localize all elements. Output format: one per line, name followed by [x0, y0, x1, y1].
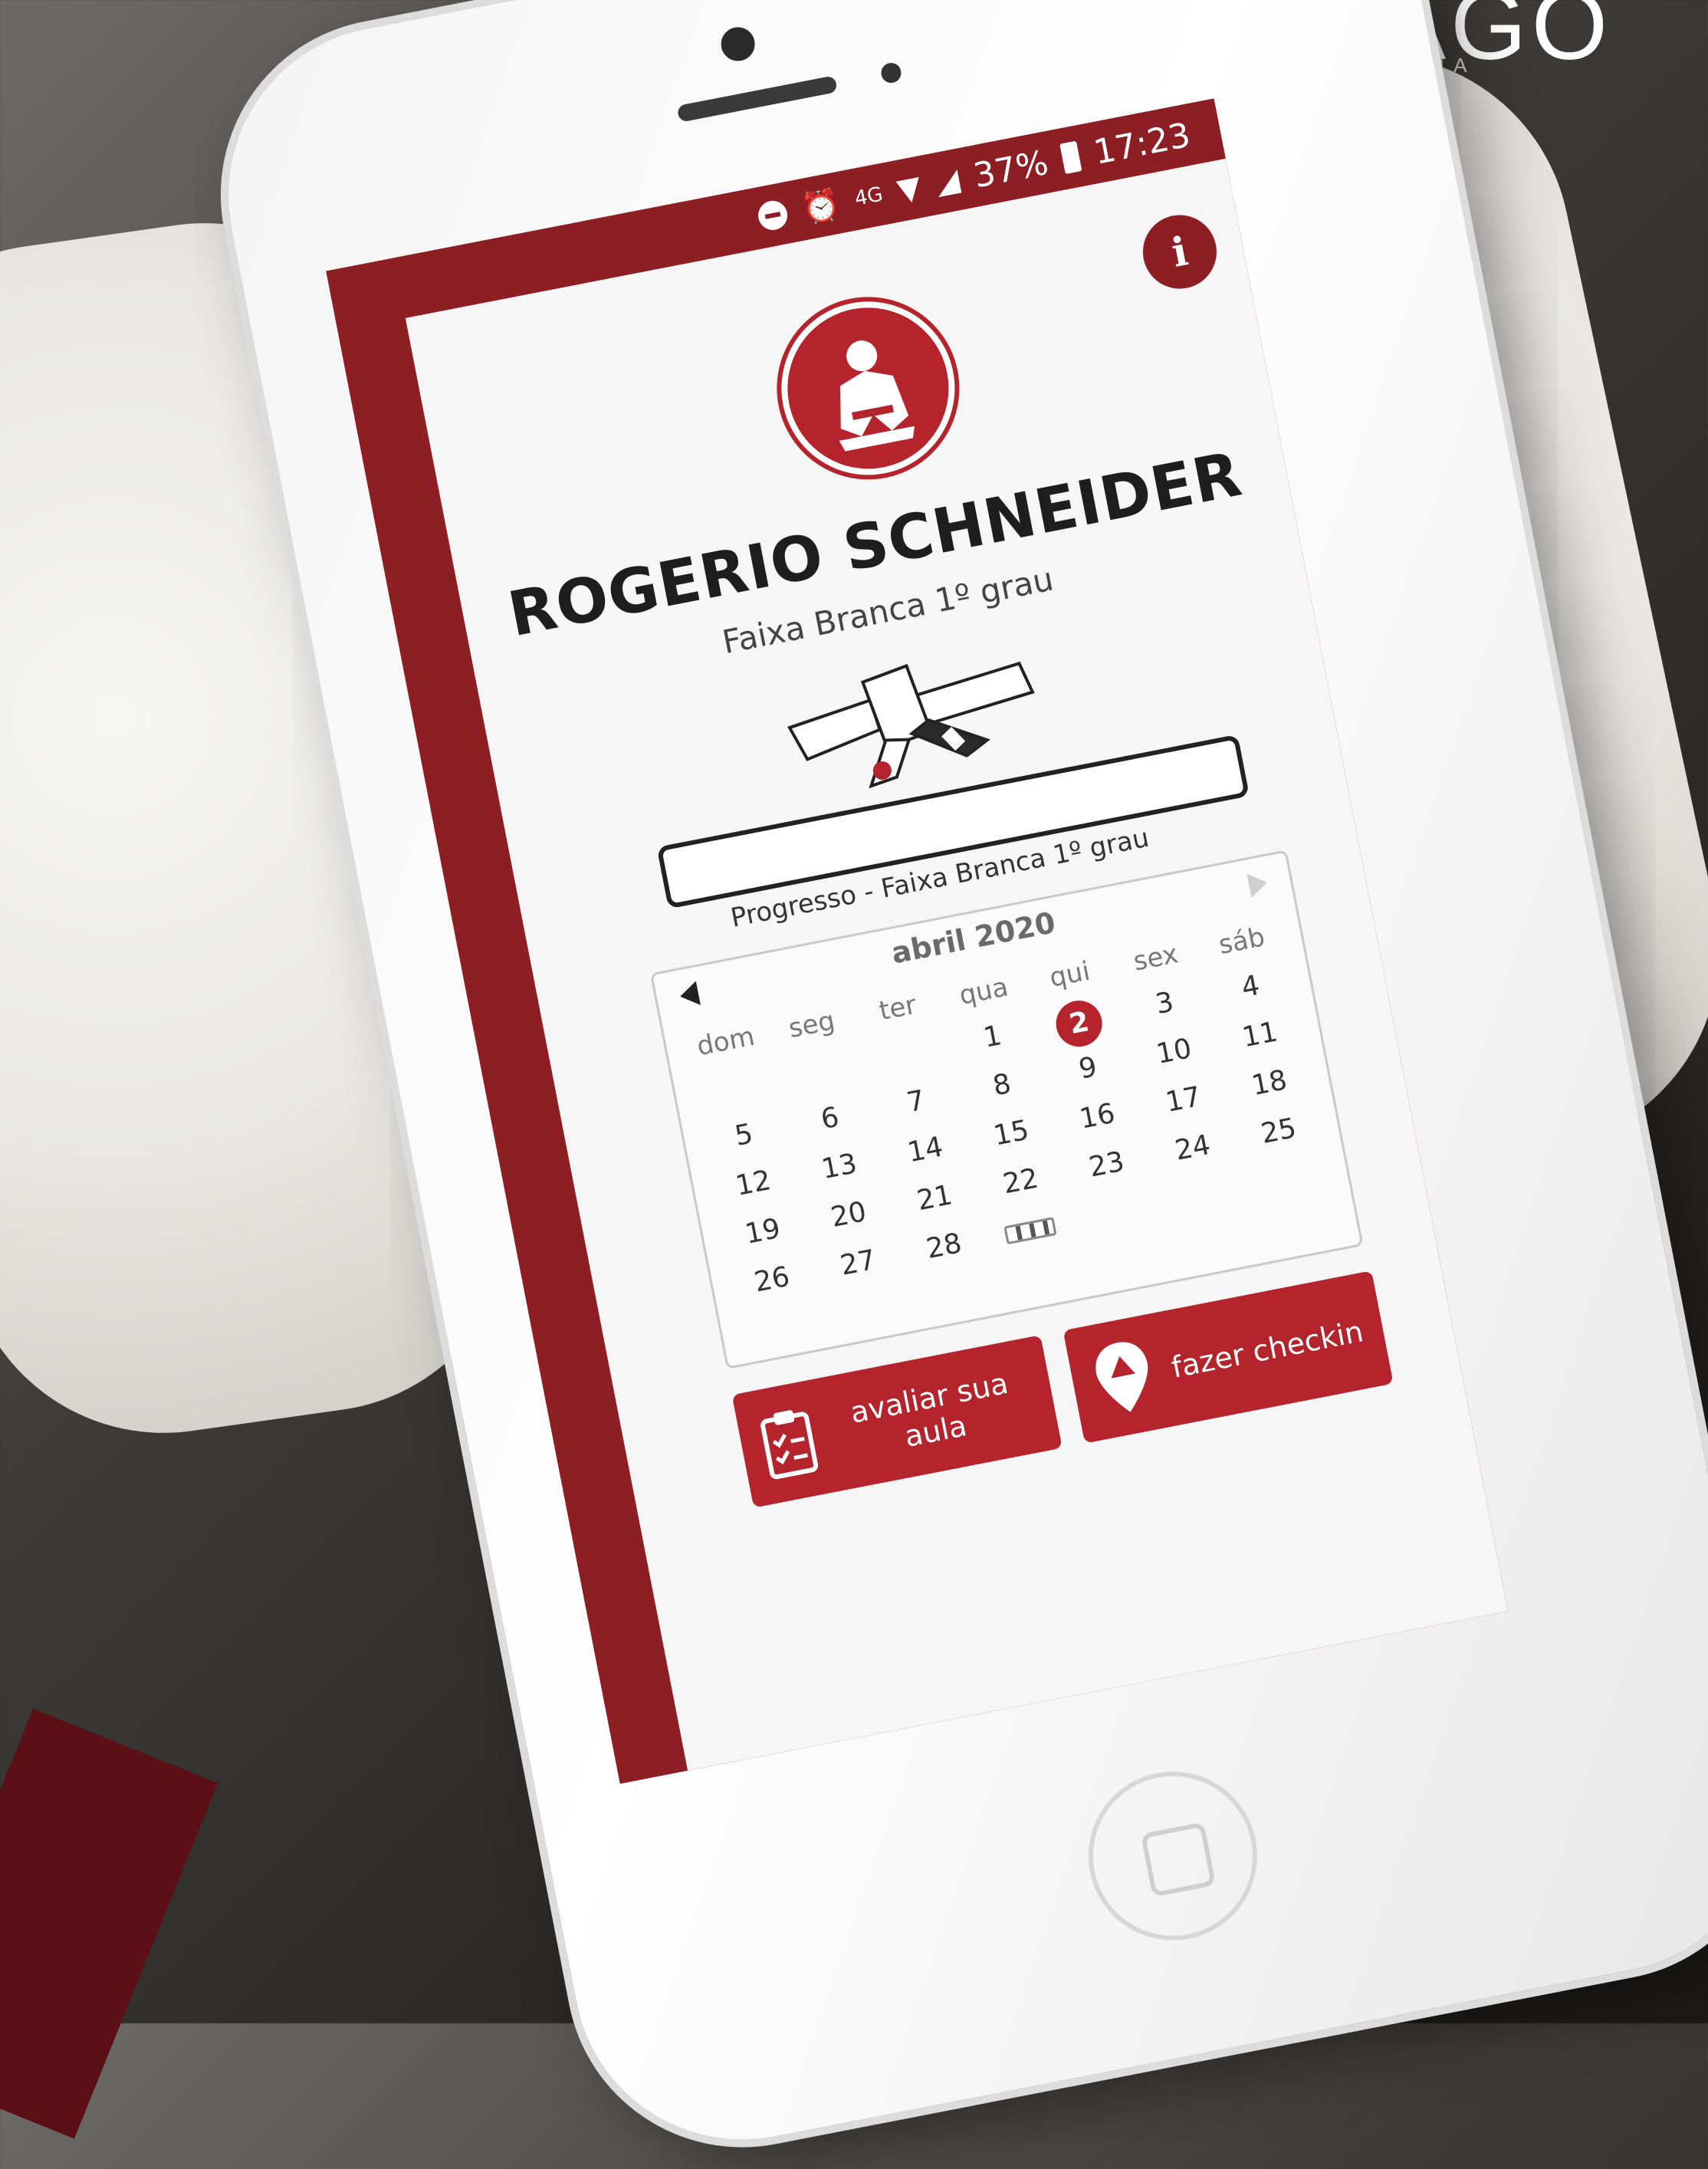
earpiece-speaker [676, 75, 838, 123]
location-pin-icon [1095, 1342, 1148, 1412]
calendar-day[interactable]: 17 [1137, 1073, 1230, 1129]
calendar-day[interactable]: 7 [869, 1074, 963, 1130]
calendar-day-number: 9 [1076, 1051, 1100, 1086]
calendar-day-number: 17 [1163, 1080, 1204, 1119]
calendar-day[interactable]: 28 [897, 1219, 990, 1275]
home-button[interactable] [1073, 1757, 1272, 1955]
app-screen: ⏰ 4G ▼ ◢ 37% 17:23 i ROGERIO SCHNEIDER F… [326, 98, 1509, 1784]
calendar-day[interactable]: 3 [1118, 976, 1211, 1032]
info-button[interactable]: i [1136, 209, 1224, 295]
calendar-day-number: 18 [1249, 1064, 1290, 1103]
signal-icon: ◢ [932, 162, 963, 202]
calendar-day-number: 10 [1153, 1033, 1194, 1071]
calendar-day [1241, 1152, 1335, 1208]
checkin-label: fazer checkin [1168, 1314, 1366, 1385]
judoka-logo-icon [774, 294, 963, 483]
evaluate-class-label: avaliar sua aula [847, 1365, 1011, 1454]
calendar-day-number: 20 [828, 1196, 869, 1234]
calendar-day[interactable]: 8 [955, 1057, 1049, 1113]
calendar-weekday: seg [786, 1005, 838, 1045]
calendar-day[interactable]: 12 [707, 1156, 800, 1212]
calendar-day [984, 1202, 1077, 1258]
calendar-day-number: 22 [1000, 1162, 1041, 1201]
calendar-day-number: 23 [1086, 1145, 1128, 1184]
calendar-day-number: 5 [732, 1118, 756, 1152]
calendar-day-number: 2 [1052, 996, 1107, 1051]
calendar-day-number: 6 [818, 1101, 842, 1136]
calendar-day [1069, 1185, 1163, 1241]
calendar-day[interactable]: 26 [725, 1252, 819, 1308]
calendar-day-number: 8 [990, 1067, 1014, 1103]
checkin-button[interactable]: fazer checkin [1063, 1270, 1394, 1444]
calendar-day-today[interactable]: 2 [1032, 993, 1125, 1051]
calendar-day-number: 14 [905, 1131, 946, 1169]
calendar-day-number: 13 [819, 1148, 860, 1186]
battery-icon [1059, 140, 1082, 175]
calendar-day[interactable]: 21 [888, 1171, 981, 1227]
calendar-day[interactable]: 11 [1214, 1007, 1307, 1063]
calendar-day [1155, 1168, 1249, 1224]
calendar-day-number: 4 [1239, 969, 1263, 1004]
calendar-weekday: sáb [1216, 922, 1268, 961]
battery-percent: 37% [970, 143, 1052, 196]
calendar-day[interactable]: 1 [946, 1009, 1040, 1065]
red-corner-decoration [0, 1708, 218, 2139]
calendar-day-number: 25 [1258, 1112, 1299, 1150]
calendar-day[interactable]: 4 [1204, 959, 1297, 1015]
calendar-day-number: 1 [980, 1020, 1004, 1054]
phone-device: ⏰ 4G ▼ ◢ 37% 17:23 i ROGERIO SCHNEIDER F… [199, 0, 1708, 2169]
calendar-day [774, 1043, 867, 1099]
info-icon: i [1168, 227, 1192, 277]
calendar-day[interactable]: 10 [1127, 1024, 1220, 1080]
clock: 17:23 [1090, 115, 1194, 173]
calendar-weekday: qui [1046, 955, 1093, 994]
calendar-day[interactable]: 23 [1060, 1137, 1154, 1193]
calendar-day-number: 26 [751, 1260, 793, 1299]
calendar-day-number: 27 [837, 1244, 879, 1282]
home-square-icon [1140, 1822, 1217, 1898]
calendar-weekday: qua [957, 971, 1011, 1011]
evaluate-class-button[interactable]: avaliar sua aula [731, 1335, 1063, 1508]
calendar-day[interactable]: 22 [974, 1154, 1067, 1210]
calendar-day[interactable]: 15 [964, 1106, 1058, 1162]
calendar-day[interactable]: 19 [716, 1204, 810, 1260]
calendar-day[interactable]: 25 [1232, 1104, 1325, 1160]
mini-belt-icon [1003, 1217, 1057, 1245]
calendar-day-number: 15 [990, 1114, 1032, 1152]
screen-notch [574, 1544, 617, 1611]
calendar-day[interactable]: 18 [1223, 1056, 1316, 1112]
proximity-sensor [879, 61, 903, 85]
calendar-day[interactable]: 5 [697, 1108, 790, 1164]
calendar-weekday: sex [1131, 938, 1181, 978]
calendar-day-number: 3 [1153, 986, 1177, 1021]
calendar-day-number: 12 [733, 1165, 774, 1202]
dnd-icon [756, 198, 790, 233]
calendar-day-number: 24 [1172, 1129, 1214, 1167]
calendar-day[interactable]: 20 [802, 1188, 895, 1244]
calendar-day[interactable]: 13 [793, 1139, 886, 1195]
calendar-day[interactable]: 14 [879, 1122, 972, 1178]
alarm-icon: ⏰ [799, 185, 844, 228]
front-camera [718, 24, 758, 64]
calendar-day[interactable]: 9 [1041, 1041, 1135, 1097]
calendar-day-number: 11 [1240, 1016, 1280, 1054]
calendar-day-number: 21 [914, 1179, 955, 1218]
calendar-day [688, 1060, 781, 1116]
calendar-day[interactable]: 24 [1146, 1120, 1240, 1176]
calendar-weekday: dom [694, 1020, 757, 1063]
calendar-day-number: 19 [742, 1212, 783, 1250]
calendar-day-number: 28 [924, 1227, 964, 1266]
calendar-day [860, 1026, 954, 1082]
network-type: 4G [852, 182, 885, 211]
calendar-day-number: 16 [1077, 1097, 1118, 1135]
clipboard-icon [760, 1410, 819, 1480]
calendar-weekday: ter [876, 989, 919, 1027]
main-content: i ROGERIO SCHNEIDER Faixa Branca 1º grau [405, 158, 1509, 1771]
calendar-day-number: 7 [904, 1084, 928, 1119]
wifi-icon: ▼ [894, 169, 925, 209]
calendar-day[interactable]: 16 [1050, 1089, 1144, 1145]
calendar-day[interactable]: 27 [811, 1235, 905, 1291]
calendar-day[interactable]: 6 [783, 1091, 877, 1147]
